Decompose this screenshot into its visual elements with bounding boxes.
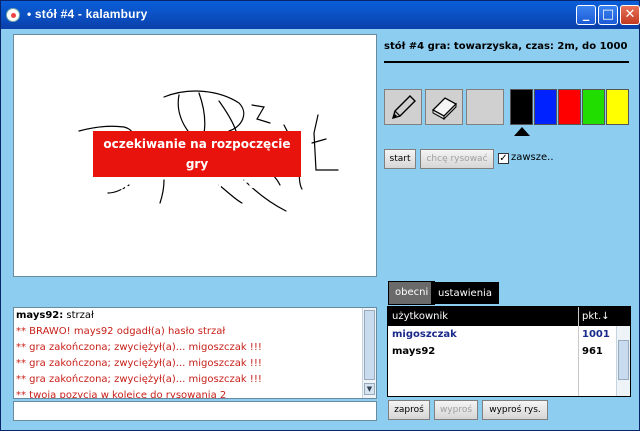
table-info: stół #4 gra: towarzyska, czas: 2m, do 10…: [384, 41, 628, 52]
tab-settings[interactable]: ustawienia: [431, 282, 499, 304]
chat-scrollbar[interactable]: ▼: [362, 308, 376, 398]
chat-scroll-thumb[interactable]: [364, 310, 375, 380]
chat-message: ** BRAWO! mays92 odgadł(a) hasło strzał: [16, 326, 226, 337]
pencil-icon: [391, 95, 416, 120]
player-name: mays92: [392, 346, 436, 357]
pencil-tool-button[interactable]: [384, 89, 422, 125]
title-bar[interactable]: • stół #4 - kalambury _ □ ✕: [1, 1, 640, 29]
kick-drawer-button[interactable]: wyproś rys.: [482, 400, 548, 420]
tab-present[interactable]: obecni: [388, 281, 436, 305]
chat-text: strzał: [63, 310, 94, 321]
color-swatch-blue[interactable]: [534, 89, 557, 125]
header-user[interactable]: użytkownik: [392, 307, 448, 326]
player-points: 961: [582, 346, 603, 357]
header-points[interactable]: pkt.↓: [582, 307, 610, 326]
maximize-button[interactable]: □: [598, 5, 618, 25]
eraser-icon: [431, 97, 458, 121]
overlay-line-1: oczekiwanie na rozpoczęcie gry: [103, 137, 291, 171]
color-swatch-black[interactable]: [510, 89, 533, 125]
app-window: • stół #4 - kalambury _ □ ✕ oczekiwanie …: [0, 0, 640, 431]
chat-message: mays92: strzał: [14, 308, 376, 324]
java-cup-icon: [6, 8, 20, 22]
color-swatch-yellow[interactable]: [606, 89, 629, 125]
window-title: • stół #4 - kalambury: [27, 7, 148, 21]
table-row[interactable]: mays92 961: [388, 344, 616, 360]
chat-log[interactable]: mays92: strzał ** BRAWO! mays92 odgadł(a…: [13, 307, 377, 399]
scroll-down-arrow-icon[interactable]: ▼: [364, 383, 375, 395]
selected-color-indicator-icon: [514, 127, 530, 136]
divider: [384, 61, 629, 63]
chat-message: ** gra zakończona; zwyciężył(a)... migos…: [16, 342, 262, 353]
waiting-overlay: oczekiwanie na rozpoczęcie gry (przez op…: [93, 131, 301, 191]
drawing-canvas[interactable]: oczekiwanie na rozpoczęcie gry (przez op…: [13, 34, 377, 277]
table-header: użytkownik pkt.↓: [388, 307, 630, 326]
players-table: użytkownik pkt.↓ migoszczak 1001 mays92 …: [387, 306, 631, 397]
stroke: [177, 94, 189, 132]
want-draw-button[interactable]: chcę rysować: [420, 149, 494, 169]
start-button[interactable]: start: [384, 149, 416, 169]
overlay-line-2: (przez operatora stołu): [118, 177, 276, 191]
stroke: [251, 104, 271, 124]
chat-message: ** gra zakończona; zwyciężył(a)... migos…: [16, 374, 262, 385]
eraser-tool-button[interactable]: [425, 89, 463, 125]
color-swatch-green[interactable]: [582, 89, 605, 125]
chat-input[interactable]: [13, 401, 377, 421]
players-scroll-thumb[interactable]: [618, 340, 629, 380]
chat-username: mays92:: [16, 310, 64, 321]
always-checkbox[interactable]: ✓: [498, 153, 509, 164]
close-button[interactable]: ✕: [620, 5, 640, 25]
table-row[interactable]: migoszczak 1001: [388, 327, 616, 343]
stroke: [313, 114, 339, 171]
stroke: [198, 92, 206, 134]
minimize-button[interactable]: _: [576, 5, 596, 25]
player-points: 1001: [582, 329, 610, 340]
player-name: migoszczak: [392, 329, 457, 340]
color-swatch-red[interactable]: [558, 89, 581, 125]
empty-tool-slot[interactable]: [466, 89, 504, 125]
always-label: zawsze..: [511, 152, 554, 163]
chat-message: ** twoja pozycja w kolejce do rysowania …: [16, 390, 227, 399]
kick-button[interactable]: wyproś: [434, 400, 478, 420]
chat-message: ** gra zakończona; zwyciężył(a)... migos…: [16, 358, 262, 369]
invite-button[interactable]: zaproś: [388, 400, 430, 420]
stroke: [218, 100, 237, 132]
players-scrollbar[interactable]: [616, 326, 630, 396]
